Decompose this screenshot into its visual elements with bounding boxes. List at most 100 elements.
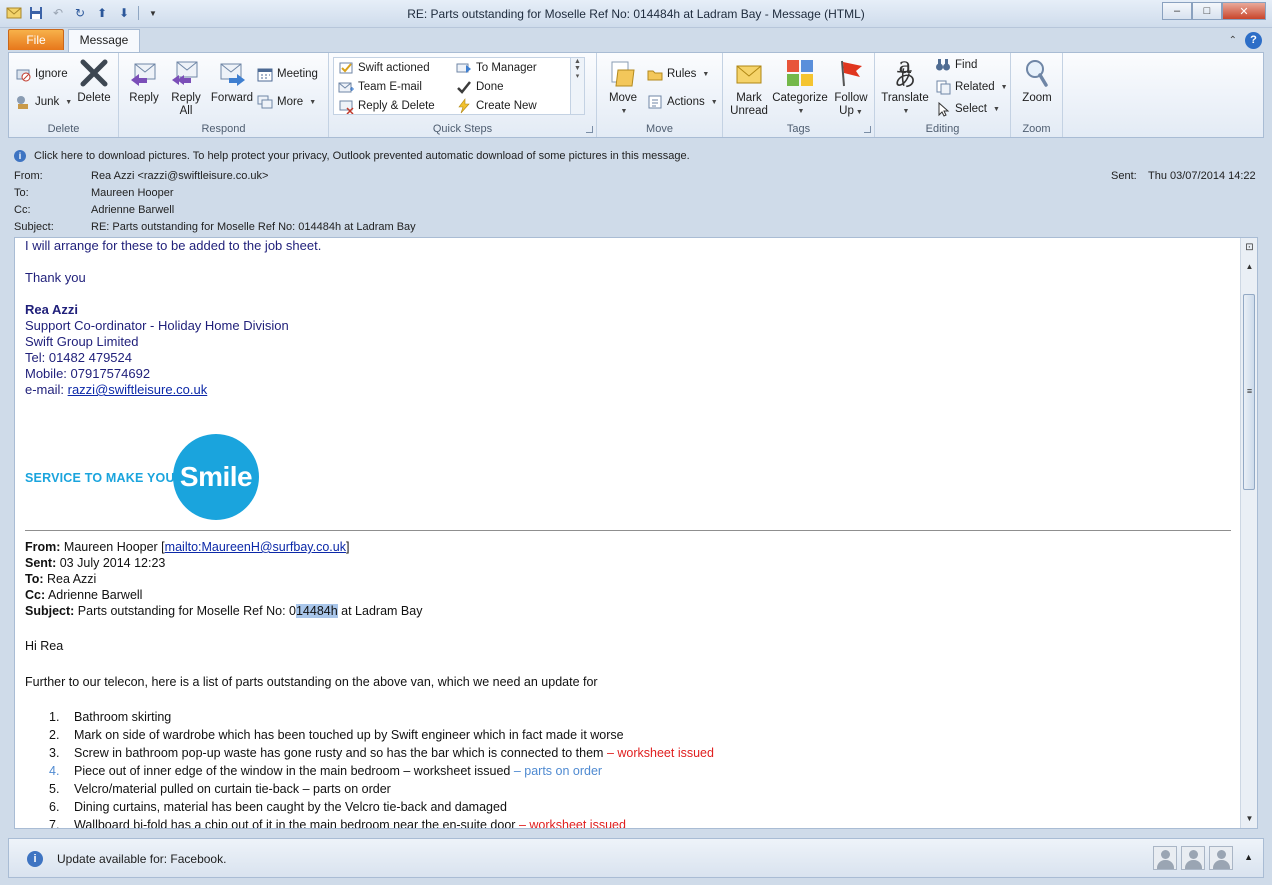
move-group: Move ▼ Rules ▼ Actions ▼ Move (597, 53, 723, 137)
quick-steps-scroll[interactable]: ▲ ▼ ▾ (570, 58, 584, 114)
reply-all-icon (170, 57, 202, 89)
scroll-up-arrow[interactable]: ▲ (1244, 262, 1255, 273)
maximize-button[interactable]: □ (1192, 2, 1222, 20)
ribbon: Ignore Junk ▼ Delete Delete Reply Reply … (8, 52, 1264, 138)
scroll-top-icon[interactable]: ⊡ (1244, 242, 1255, 253)
message-body[interactable]: I will arrange for these to be added to … (14, 237, 1258, 829)
delete-button[interactable]: Delete (73, 57, 115, 105)
quick-steps-label: Quick Steps (432, 123, 493, 135)
reply-line: I will arrange for these to be added to … (25, 238, 322, 253)
cc-value[interactable]: Adrienne Barwell (91, 204, 174, 216)
more-respond-icon (257, 94, 273, 110)
avatar[interactable] (1209, 846, 1233, 870)
scroll-down-arrow[interactable]: ▼ (1244, 814, 1255, 825)
minimize-ribbon-icon[interactable]: ⌃ (1229, 32, 1237, 49)
info-icon: i (27, 851, 43, 867)
quickstep-swift-actioned[interactable]: Swift actioned (338, 59, 430, 77)
delete-group: Ignore Junk ▼ Delete Delete (9, 53, 119, 137)
calendar-icon (257, 66, 273, 82)
delete-x-icon (78, 57, 110, 89)
magnifier-icon (1021, 57, 1053, 89)
reply-icon (128, 57, 160, 89)
header-sent: Sent: Thu 03/07/2014 14:22 (1111, 170, 1256, 182)
minimize-button[interactable]: – (1162, 2, 1192, 20)
reply-all-button[interactable]: Reply All (167, 57, 205, 118)
status-text[interactable]: Update available for: Facebook. (57, 852, 226, 866)
reply-delete-icon (338, 98, 354, 114)
signature-mobile: Mobile: 07917574692 (25, 366, 151, 381)
junk-button[interactable]: Junk ▼ (15, 93, 72, 111)
title-bar: ↶ ↻ ⬆ ⬇ ▼ RE: Parts outstanding for Mose… (0, 0, 1272, 28)
vertical-scrollbar[interactable]: ⊡ ▲ ≡ ▼ (1240, 238, 1257, 828)
people-pane-bar: i Update available for: Facebook. ▲ (8, 838, 1264, 878)
zoom-group-label: Zoom (1022, 123, 1051, 135)
actions-button[interactable]: Actions ▼ (647, 93, 718, 111)
reply-text: I will arrange for these to be added to … (25, 238, 1235, 398)
tags-launcher-icon[interactable] (864, 126, 871, 133)
download-pictures-infobar[interactable]: i Click here to download pictures. To he… (8, 145, 1264, 167)
meeting-button[interactable]: Meeting (257, 65, 318, 83)
checkmark-icon (456, 79, 472, 95)
signature-tel: Tel: 01482 479524 (25, 350, 132, 365)
quick-steps-launcher-icon[interactable] (586, 126, 593, 133)
infobar-text: Click here to download pictures. To help… (34, 150, 690, 162)
more-respond-button[interactable]: More ▼ (257, 93, 316, 111)
mailto-link[interactable]: mailto:MaureenH@surfbay.co.uk (165, 540, 346, 554)
categorize-icon (784, 57, 816, 89)
expand-people-pane-icon[interactable]: ▲ (1244, 852, 1253, 862)
signature-title: Support Co-ordinator - Holiday Home Divi… (25, 318, 289, 333)
quickstep-create-new[interactable]: Create New (456, 97, 537, 115)
window-controls: – □ ✕ (1162, 2, 1266, 20)
tab-message[interactable]: Message (68, 29, 140, 52)
from-value[interactable]: Rea Azzi <razzi@swiftleisure.co.uk> (91, 170, 268, 182)
select-button[interactable]: Select ▼ (935, 100, 1000, 118)
mark-unread-icon (733, 57, 765, 89)
rules-button[interactable]: Rules ▼ (647, 65, 709, 83)
sent-value: Thu 03/07/2014 14:22 (1148, 170, 1256, 182)
help-icon[interactable]: ? (1245, 32, 1262, 49)
zoom-button[interactable]: Zoom (1015, 57, 1059, 105)
zoom-group: Zoom Zoom (1011, 53, 1063, 137)
related-button[interactable]: Related ▼ (935, 78, 1008, 96)
signature-name: Rea Azzi (25, 302, 78, 317)
move-button[interactable]: Move ▼ (603, 57, 643, 118)
tags-group: Mark Unread Categorize ▼ Follow Up ▼ Tags (723, 53, 875, 137)
mark-unread-button[interactable]: Mark Unread (727, 57, 771, 118)
to-manager-icon (456, 60, 472, 76)
move-folder-icon (607, 57, 639, 89)
follow-up-button[interactable]: Follow Up ▼ (831, 57, 871, 119)
avatar[interactable] (1181, 846, 1205, 870)
junk-icon (15, 94, 31, 110)
forward-button[interactable]: Forward (209, 57, 255, 105)
related-icon (935, 79, 951, 95)
selected-text[interactable]: 14484h (295, 604, 338, 618)
reply-button[interactable]: Reply (125, 57, 163, 105)
logo-smile-circle: Smile (173, 434, 259, 520)
to-value[interactable]: Maureen Hooper (91, 187, 174, 199)
quickstep-reply-delete[interactable]: Reply & Delete (338, 97, 435, 115)
quickstep-team-email[interactable]: Team E-mail (338, 78, 422, 96)
categorize-button[interactable]: Categorize ▼ (771, 57, 829, 118)
ignore-icon (15, 66, 31, 82)
ignore-button[interactable]: Ignore (15, 65, 68, 83)
close-button[interactable]: ✕ (1222, 2, 1266, 20)
window-title: RE: Parts outstanding for Moselle Ref No… (407, 7, 865, 21)
signature-email: e-mail: razzi@swiftleisure.co.uk (25, 382, 208, 397)
subject-value: RE: Parts outstanding for Moselle Ref No… (91, 221, 416, 233)
find-button[interactable]: Find (935, 56, 977, 74)
avatar[interactable] (1153, 846, 1177, 870)
quickstep-done[interactable]: Done (456, 78, 504, 96)
tab-file[interactable]: File (8, 29, 64, 50)
tags-group-label: Tags (786, 123, 811, 135)
delete-group-label: Delete (47, 123, 80, 135)
swift-smile-logo: SERVICE TO MAKE YOU Smile (25, 434, 265, 522)
signature-company: Swift Group Limited (25, 334, 139, 349)
translate-button[interactable]: aあ Translate ▼ (879, 56, 931, 118)
quick-steps-gallery: Swift actioned To Manager Team E-mail Do… (333, 57, 585, 115)
signature-email-link[interactable]: razzi@swiftleisure.co.uk (68, 382, 208, 397)
message-content: I will arrange for these to be added to … (25, 238, 1235, 828)
logo-tagline: SERVICE TO MAKE YOU (25, 471, 175, 485)
ribbon-tabs: File Message ⌃ ? (0, 28, 1272, 52)
binoculars-icon (935, 57, 951, 73)
quickstep-to-manager[interactable]: To Manager (456, 59, 537, 77)
